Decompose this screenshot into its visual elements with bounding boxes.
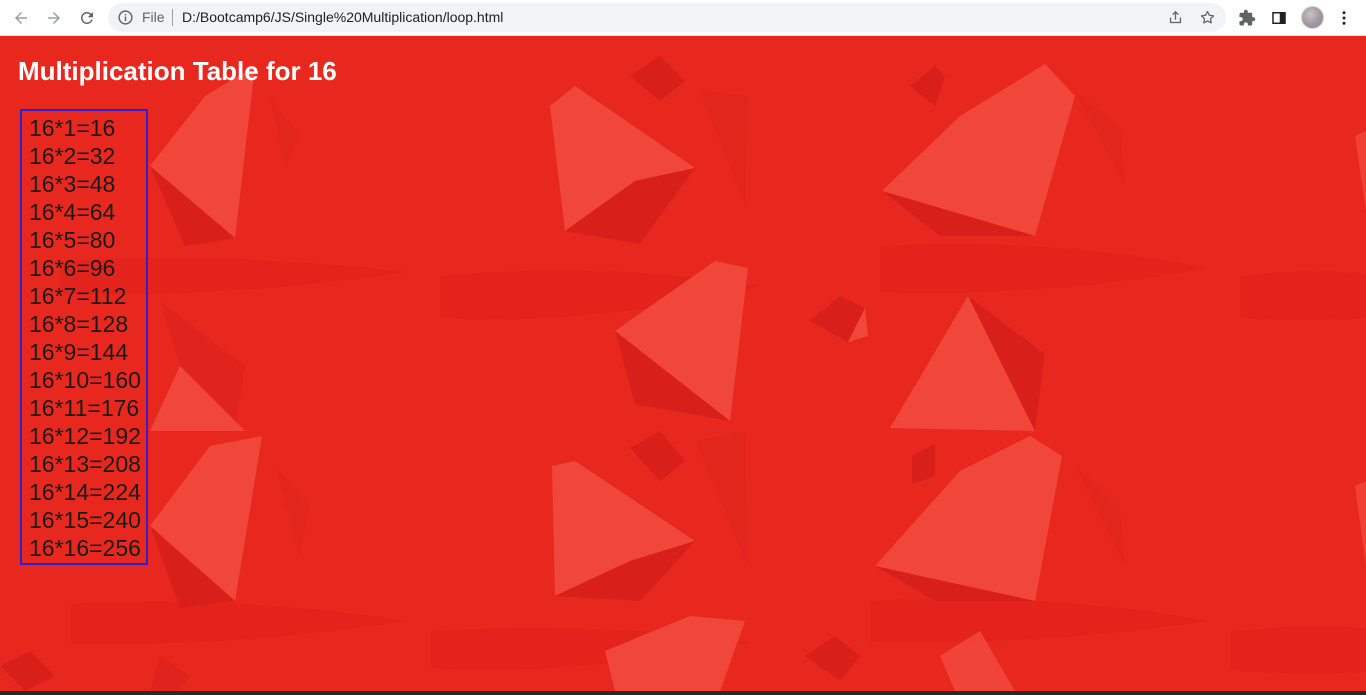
side-panel-icon <box>1272 12 1286 24</box>
table-line: 16*12=192 <box>29 423 141 449</box>
address-bar[interactable]: File D:/Bootcamp6/JS/Single%20Multiplica… <box>108 3 1226 32</box>
share-icon <box>1169 10 1182 24</box>
bookmark-button[interactable] <box>1198 8 1217 27</box>
back-button[interactable] <box>9 6 33 30</box>
table-line: 16*5=80 <box>29 227 116 253</box>
star-icon <box>1200 10 1215 24</box>
arrow-left-icon <box>15 12 27 24</box>
menu-button[interactable] <box>1332 6 1356 30</box>
background-pattern <box>0 36 1366 691</box>
scheme-label: File <box>142 9 165 25</box>
avatar[interactable] <box>1301 6 1324 29</box>
kebab-menu-icon <box>1342 11 1346 25</box>
table-line: 16*11=176 <box>29 395 140 421</box>
puzzle-icon <box>1239 9 1256 26</box>
table-line: 16*13=208 <box>29 451 141 477</box>
browser-toolbar: File D:/Bootcamp6/JS/Single%20Multiplica… <box>0 0 1366 36</box>
table-line: 16*9=144 <box>29 339 129 365</box>
extensions-button[interactable] <box>1235 6 1259 30</box>
table-line: 16*7=112 <box>29 283 127 309</box>
table-line: 16*16=256 <box>29 535 141 561</box>
table-line: 16*14=224 <box>29 479 141 505</box>
taskbar-edge <box>0 691 1366 695</box>
url-text[interactable]: D:/Bootcamp6/JS/Single%20Multiplication/… <box>182 9 503 26</box>
reload-icon <box>81 12 93 24</box>
reload-button[interactable] <box>75 6 99 30</box>
share-button[interactable] <box>1166 8 1185 27</box>
table-line: 16*4=64 <box>29 199 116 225</box>
page-title: Multiplication Table for 16 <box>18 56 337 86</box>
table-line: 16*8=128 <box>29 311 129 337</box>
table-line: 16*6=96 <box>29 255 116 281</box>
table-line: 16*15=240 <box>29 507 141 533</box>
omnibox-separator <box>172 9 173 26</box>
table-line: 16*2=32 <box>29 143 116 169</box>
table-line: 16*3=48 <box>29 171 116 197</box>
table-line: 16*1=16 <box>29 115 116 141</box>
forward-button[interactable] <box>42 6 66 30</box>
arrow-right-icon <box>48 12 60 24</box>
side-panel-button[interactable] <box>1267 6 1291 30</box>
info-icon[interactable] <box>117 9 134 26</box>
table-line: 16*10=160 <box>29 367 141 393</box>
page-viewport: Multiplication Table for 16 16*1=16 16*2=… <box>0 36 1366 691</box>
multiplication-table: 16*1=16 16*2=32 16*3=48 16*4=64 16*5=80 16*6=… <box>20 109 148 565</box>
